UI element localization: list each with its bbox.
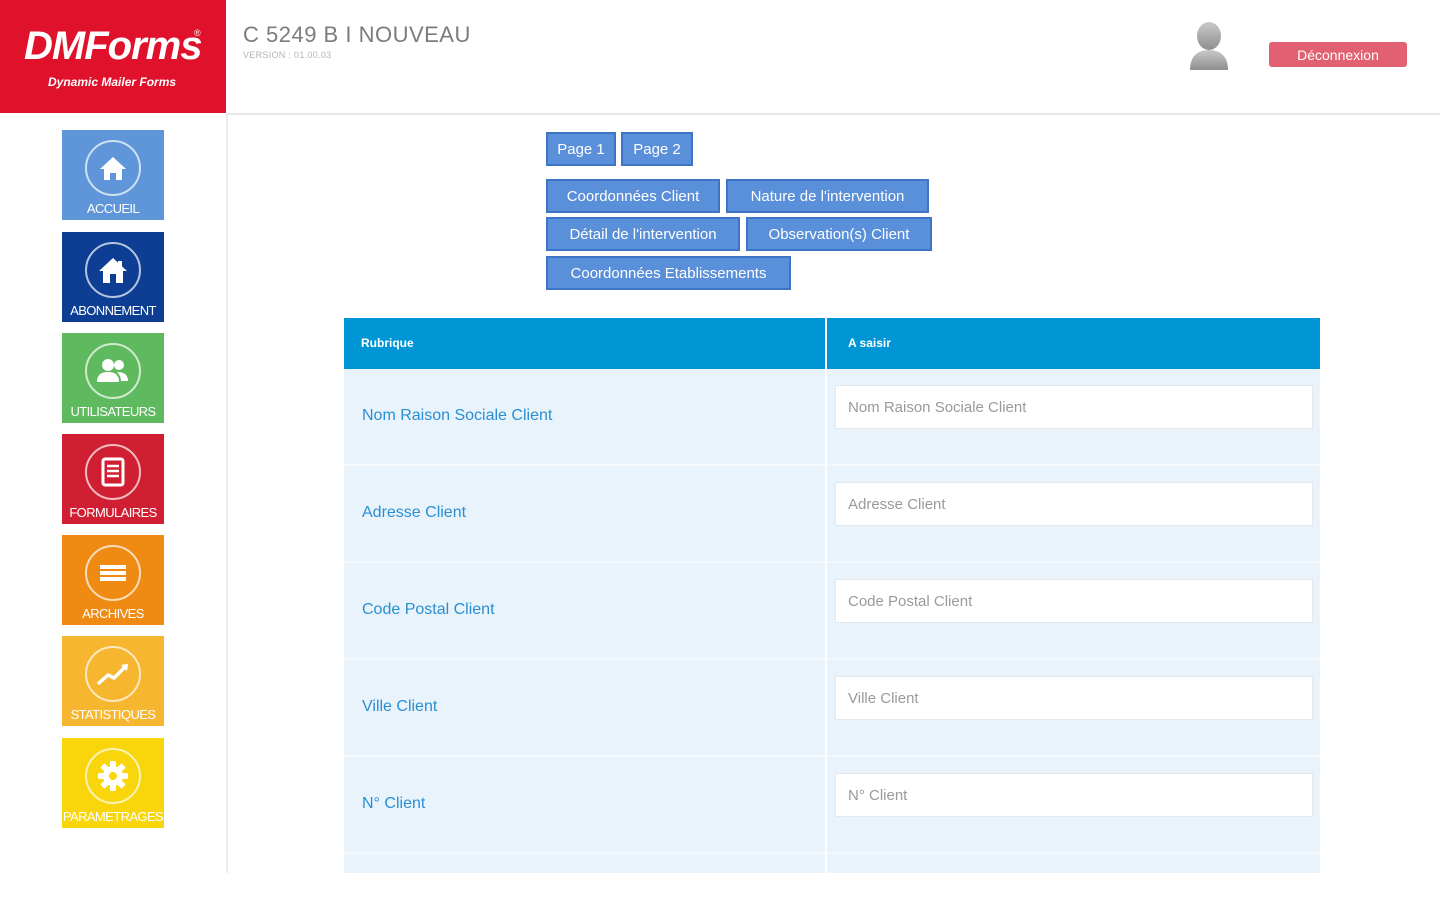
table-row: N° Client xyxy=(344,757,1320,854)
users-icon xyxy=(85,343,141,399)
table-row: Adresse Client xyxy=(344,466,1320,563)
sidebar-item-statistiques[interactable]: STATISTIQUES xyxy=(62,636,164,726)
user-avatar-icon[interactable] xyxy=(1186,20,1232,72)
house-icon xyxy=(85,242,141,298)
tab-detail-intervention[interactable]: Détail de l'intervention xyxy=(546,217,740,251)
nom-raison-sociale-input[interactable] xyxy=(835,385,1313,429)
sidebar-item-label: ARCHIVES xyxy=(82,606,144,621)
tab-page-2[interactable]: Page 2 xyxy=(621,132,693,166)
sidebar-item-utilisateurs[interactable]: UTILISATEURS xyxy=(62,333,164,423)
sidebar-item-label: STATISTIQUES xyxy=(70,707,156,722)
logo-subtitle: Dynamic Mailer Forms xyxy=(48,75,177,89)
adresse-input[interactable] xyxy=(835,482,1313,526)
ville-input[interactable] xyxy=(835,676,1313,720)
forms-icon xyxy=(85,444,141,500)
sidebar-item-label: PARAMETRAGES xyxy=(62,809,164,824)
tab-coordonnees-etablissements[interactable]: Coordonnées Etablissements xyxy=(546,256,791,290)
field-label-ville: Ville Client xyxy=(362,698,438,715)
logo-registered-mark: ® xyxy=(194,28,201,38)
page-title: C 5249 B I NOUVEAU xyxy=(243,22,471,47)
field-label-numero-client: N° Client xyxy=(362,795,426,812)
sidebar-item-label: UTILISATEURS xyxy=(70,404,156,419)
sidebar-item-label: ACCUEIL xyxy=(86,201,140,216)
logout-button[interactable]: Déconnexion xyxy=(1269,42,1407,67)
table-row: Ville Client xyxy=(344,660,1320,757)
numero-client-input[interactable] xyxy=(835,773,1313,817)
sidebar-item-archives[interactable]: ARCHIVES xyxy=(62,535,164,625)
sidebar-item-label: FORMULAIRES xyxy=(69,505,157,520)
table-header: Rubrique A saisir xyxy=(344,318,1320,369)
sidebar-item-label: ABONNEMENT xyxy=(70,303,156,318)
field-label-nom-raison-sociale: Nom Raison Sociale Client xyxy=(362,407,553,424)
sidebar-divider xyxy=(226,113,228,873)
column-header-rubrique: Rubrique xyxy=(361,336,414,350)
column-divider xyxy=(825,318,827,873)
version-label: VERSION : 01.00.03 xyxy=(243,50,332,60)
gear-icon xyxy=(85,748,141,804)
header-divider xyxy=(226,113,1440,115)
home-icon xyxy=(85,140,141,196)
logo-title: DMForms xyxy=(24,24,202,68)
table-row: Code Postal Client xyxy=(344,563,1320,660)
brand-logo: DMForms ® Dynamic Mailer Forms xyxy=(0,0,226,113)
archives-icon xyxy=(85,545,141,601)
field-label-adresse: Adresse Client xyxy=(362,504,467,521)
tab-page-1[interactable]: Page 1 xyxy=(546,132,616,166)
sidebar-item-abonnement[interactable]: ABONNEMENT xyxy=(62,232,164,322)
tab-coordonnees-client[interactable]: Coordonnées Client xyxy=(546,179,720,213)
sidebar-item-parametrages[interactable]: PARAMETRAGES xyxy=(62,738,164,828)
chart-icon xyxy=(85,646,141,702)
table-row: Nom Raison Sociale Client xyxy=(344,369,1320,466)
tab-observations-client[interactable]: Observation(s) Client xyxy=(746,217,932,251)
tab-nature-intervention[interactable]: Nature de l'intervention xyxy=(726,179,929,213)
form-table: Rubrique A saisir Nom Raison Sociale Cli… xyxy=(344,318,1320,873)
code-postal-input[interactable] xyxy=(835,579,1313,623)
field-label-code-postal: Code Postal Client xyxy=(362,601,495,618)
column-header-a-saisir: A saisir xyxy=(848,336,891,350)
sidebar-item-accueil[interactable]: ACCUEIL xyxy=(62,130,164,220)
sidebar-item-formulaires[interactable]: FORMULAIRES xyxy=(62,434,164,524)
